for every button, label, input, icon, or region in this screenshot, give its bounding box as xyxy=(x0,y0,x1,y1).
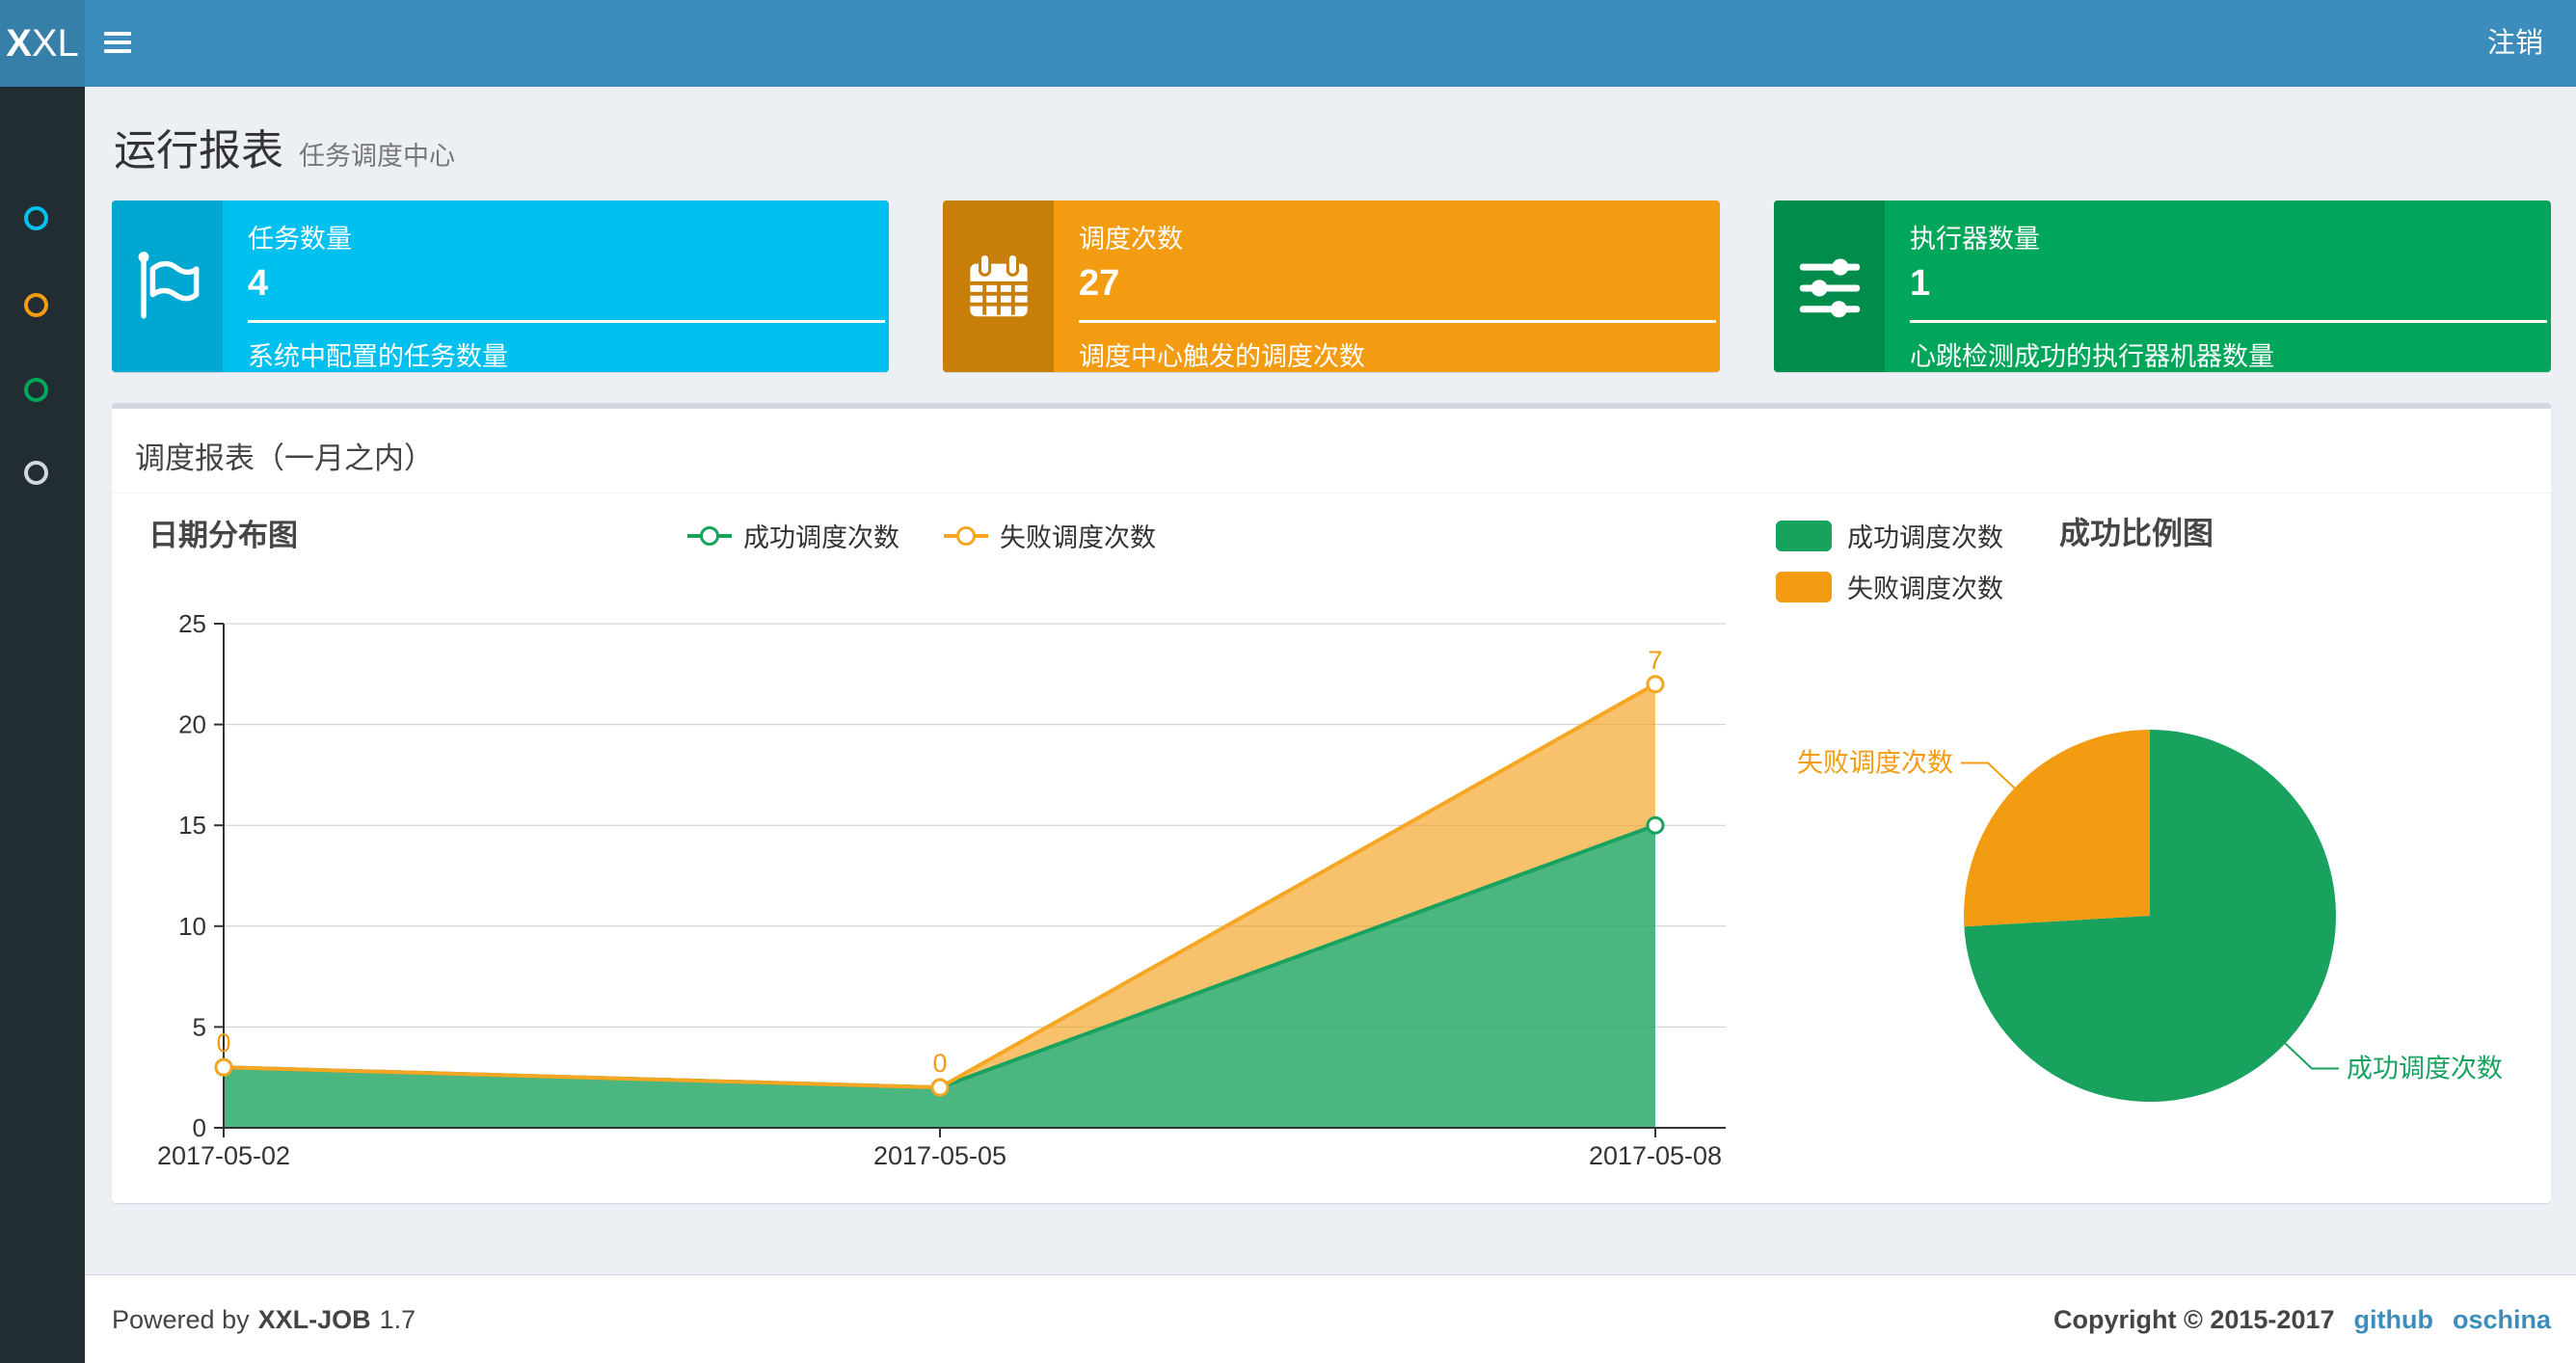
swatch-icon xyxy=(1776,571,1832,602)
svg-text:5: 5 xyxy=(193,1012,206,1041)
info-box-executors: 执行器数量 1 心跳检测成功的执行器机器数量 xyxy=(1774,200,2551,372)
panel-title: 调度报表（一月之内） xyxy=(135,441,434,475)
swatch-icon xyxy=(1776,520,1832,551)
copyright-text: Copyright © 2015-2017 xyxy=(2053,1304,2335,1334)
footer-copyright: Copyright © 2015-2017 github oschina xyxy=(2053,1275,2551,1363)
info-box-description: 系统中配置的任务数量 xyxy=(248,342,508,371)
svg-text:2017-05-02: 2017-05-02 xyxy=(157,1141,290,1170)
svg-text:2017-05-05: 2017-05-05 xyxy=(873,1141,1006,1170)
app-root: XXL 注销 运行报表 任务调度中心 任务数量 4 系统中配置的任务数量 调度次… xyxy=(0,0,2576,1363)
info-box-description: 调度中心触发的调度次数 xyxy=(1079,342,1365,371)
svg-text:失败调度次数: 失败调度次数 xyxy=(1797,748,1953,777)
flag-icon xyxy=(112,200,223,372)
pie-chart-legend: 成功调度次数 失败调度次数 xyxy=(1776,517,2003,619)
pie-chart-title: 成功比例图 xyxy=(2059,516,2214,550)
panel-header: 调度报表（一月之内） xyxy=(112,409,2551,494)
version: 1.7 xyxy=(379,1304,416,1334)
legend-item[interactable]: 失败调度次数 xyxy=(944,517,1156,554)
schedule-report-panel: 调度报表（一月之内） 日期分布图 成功调度次数 失败调度次数 0 5 10 15 20 25… xyxy=(112,403,2551,1203)
logo-rest: XL xyxy=(31,22,79,65)
legend-item[interactable]: 成功调度次数 xyxy=(1776,517,2003,554)
powered-prefix: Powered by xyxy=(112,1304,250,1334)
line-marker-icon xyxy=(944,525,988,546)
circle-icon xyxy=(24,378,48,402)
brand: XXL-JOB xyxy=(257,1304,371,1334)
divider xyxy=(1910,320,2547,323)
circle-icon xyxy=(24,461,48,485)
sliders-icon xyxy=(1774,200,1885,372)
sidebar-item-3[interactable] xyxy=(0,378,85,432)
info-box-value: 4 xyxy=(248,263,269,304)
sidebar-item-1[interactable] xyxy=(0,206,85,260)
info-box-content: 调度次数 27 调度中心触发的调度次数 xyxy=(1054,200,1720,372)
sidebar-toggle-button[interactable] xyxy=(85,0,147,87)
info-box-value: 27 xyxy=(1079,263,1120,304)
svg-text:0: 0 xyxy=(193,1113,206,1142)
svg-text:2017-05-08: 2017-05-08 xyxy=(1589,1141,1722,1170)
svg-text:0: 0 xyxy=(932,1049,947,1078)
info-box-title: 执行器数量 xyxy=(1910,225,2040,254)
logo-bold: X xyxy=(6,22,32,65)
date-distribution-chart[interactable]: 05101520252017-05-02 2017-05-05 2017-05-08… xyxy=(131,580,1751,1197)
line-marker-icon xyxy=(687,525,732,546)
info-box-content: 执行器数量 1 心跳检测成功的执行器机器数量 xyxy=(1885,200,2551,372)
circle-icon xyxy=(24,293,48,317)
svg-text:0: 0 xyxy=(216,1029,230,1057)
info-box-triggers: 调度次数 27 调度中心触发的调度次数 xyxy=(943,200,1720,372)
hamburger-icon xyxy=(104,32,131,55)
divider xyxy=(1079,320,1716,323)
success-ratio-pie-chart[interactable]: 成功调度次数 失败调度次数 xyxy=(1774,671,2551,1172)
sidebar xyxy=(0,87,85,1363)
divider xyxy=(248,320,885,323)
info-box-description: 心跳检测成功的执行器机器数量 xyxy=(1910,342,2274,371)
svg-text:20: 20 xyxy=(178,710,206,739)
svg-text:10: 10 xyxy=(178,912,206,941)
info-box-title: 任务数量 xyxy=(248,225,352,254)
area-chart-legend: 成功调度次数 失败调度次数 xyxy=(652,517,1192,554)
info-box-title: 调度次数 xyxy=(1079,225,1183,254)
logout-link[interactable]: 注销 xyxy=(2455,0,2576,87)
footer: Powered by XXL-JOB 1.7 Copyright © 2015-… xyxy=(85,1274,2576,1363)
sidebar-item-2[interactable] xyxy=(0,293,85,347)
page-title: 运行报表 xyxy=(114,127,283,174)
top-navbar: XXL 注销 xyxy=(0,0,2576,87)
info-box-jobs: 任务数量 4 系统中配置的任务数量 xyxy=(112,200,889,372)
svg-text:25: 25 xyxy=(178,609,206,638)
area-chart-title: 日期分布图 xyxy=(148,519,298,552)
svg-text:7: 7 xyxy=(1648,646,1662,675)
page-subtitle: 任务调度中心 xyxy=(299,142,455,171)
footer-powered-by: Powered by XXL-JOB 1.7 xyxy=(112,1275,416,1363)
circle-icon xyxy=(24,206,48,230)
logo[interactable]: XXL xyxy=(0,0,85,87)
github-link[interactable]: github xyxy=(2354,1305,2433,1335)
svg-text:成功调度次数: 成功调度次数 xyxy=(2347,1055,2503,1083)
legend-item[interactable]: 成功调度次数 xyxy=(687,517,899,554)
sidebar-item-4[interactable] xyxy=(0,461,85,515)
info-box-content: 任务数量 4 系统中配置的任务数量 xyxy=(223,200,889,372)
svg-text:15: 15 xyxy=(178,811,206,840)
info-box-value: 1 xyxy=(1910,263,1931,304)
legend-item[interactable]: 失败调度次数 xyxy=(1776,568,2003,605)
oschina-link[interactable]: oschina xyxy=(2453,1305,2551,1335)
calendar-icon xyxy=(943,200,1054,372)
page-header: 运行报表 任务调度中心 xyxy=(114,116,455,177)
